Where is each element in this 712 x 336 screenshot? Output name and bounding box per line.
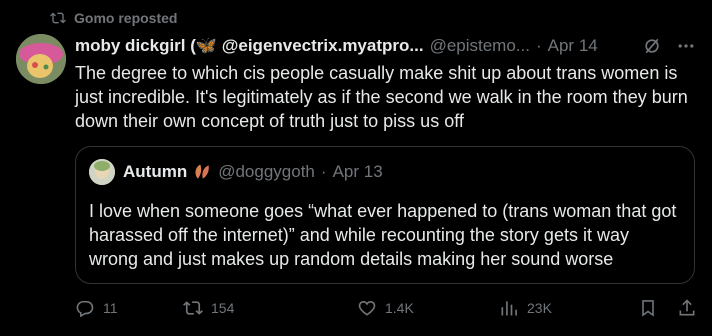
author-handle[interactable]: @epistemo...: [430, 36, 530, 56]
post-header: moby dickgirl (🦋 @eigenvectrix.myatpro..…: [75, 34, 696, 58]
repost-indicator[interactable]: Gomo reposted: [50, 8, 177, 28]
like-count: 1.4K: [385, 300, 414, 316]
avatar[interactable]: [16, 34, 66, 84]
more-icon[interactable]: [676, 36, 696, 56]
quote-handle[interactable]: @doggygoth: [218, 162, 315, 182]
post-text: The degree to which cis people casually …: [75, 63, 688, 131]
repost-button[interactable]: 154: [183, 298, 234, 318]
grok-icon[interactable]: [642, 36, 662, 56]
repost-icon: [50, 12, 66, 24]
bookmark-icon: [642, 300, 654, 317]
reply-count: 11: [103, 300, 118, 316]
share-icon: [679, 299, 695, 316]
repost-count: 154: [211, 300, 235, 316]
separator-dot: ·: [535, 36, 542, 55]
like-button[interactable]: 1.4K: [357, 298, 414, 318]
share-button[interactable]: [677, 298, 697, 318]
repost-icon: [183, 301, 203, 315]
views-button[interactable]: 23K: [499, 298, 552, 318]
action-bar: 11 154 1.4K 23K: [75, 296, 697, 320]
quoted-post[interactable]: Autumn @doggygoth · Apr 13 I love when s…: [75, 146, 695, 284]
repost-label: Gomo reposted: [74, 10, 178, 26]
views-icon: [501, 301, 517, 316]
heart-icon: [358, 301, 376, 316]
views-count: 23K: [527, 300, 552, 316]
quote-avatar[interactable]: [89, 159, 115, 185]
quote-display-name[interactable]: Autumn: [123, 162, 187, 182]
reply-button[interactable]: 11: [75, 298, 118, 318]
author-display-name[interactable]: moby dickgirl (🦋 @eigenvectrix.myatpro..…: [75, 36, 424, 56]
post-date[interactable]: Apr 14: [548, 36, 598, 56]
bookmark-button[interactable]: [638, 298, 658, 318]
reply-icon: [76, 300, 94, 318]
separator-dot: ·: [320, 162, 327, 181]
quote-text: I love when someone goes “what ever happ…: [89, 201, 677, 269]
quote-date[interactable]: Apr 13: [333, 162, 383, 182]
leaf-icon: [195, 164, 210, 179]
